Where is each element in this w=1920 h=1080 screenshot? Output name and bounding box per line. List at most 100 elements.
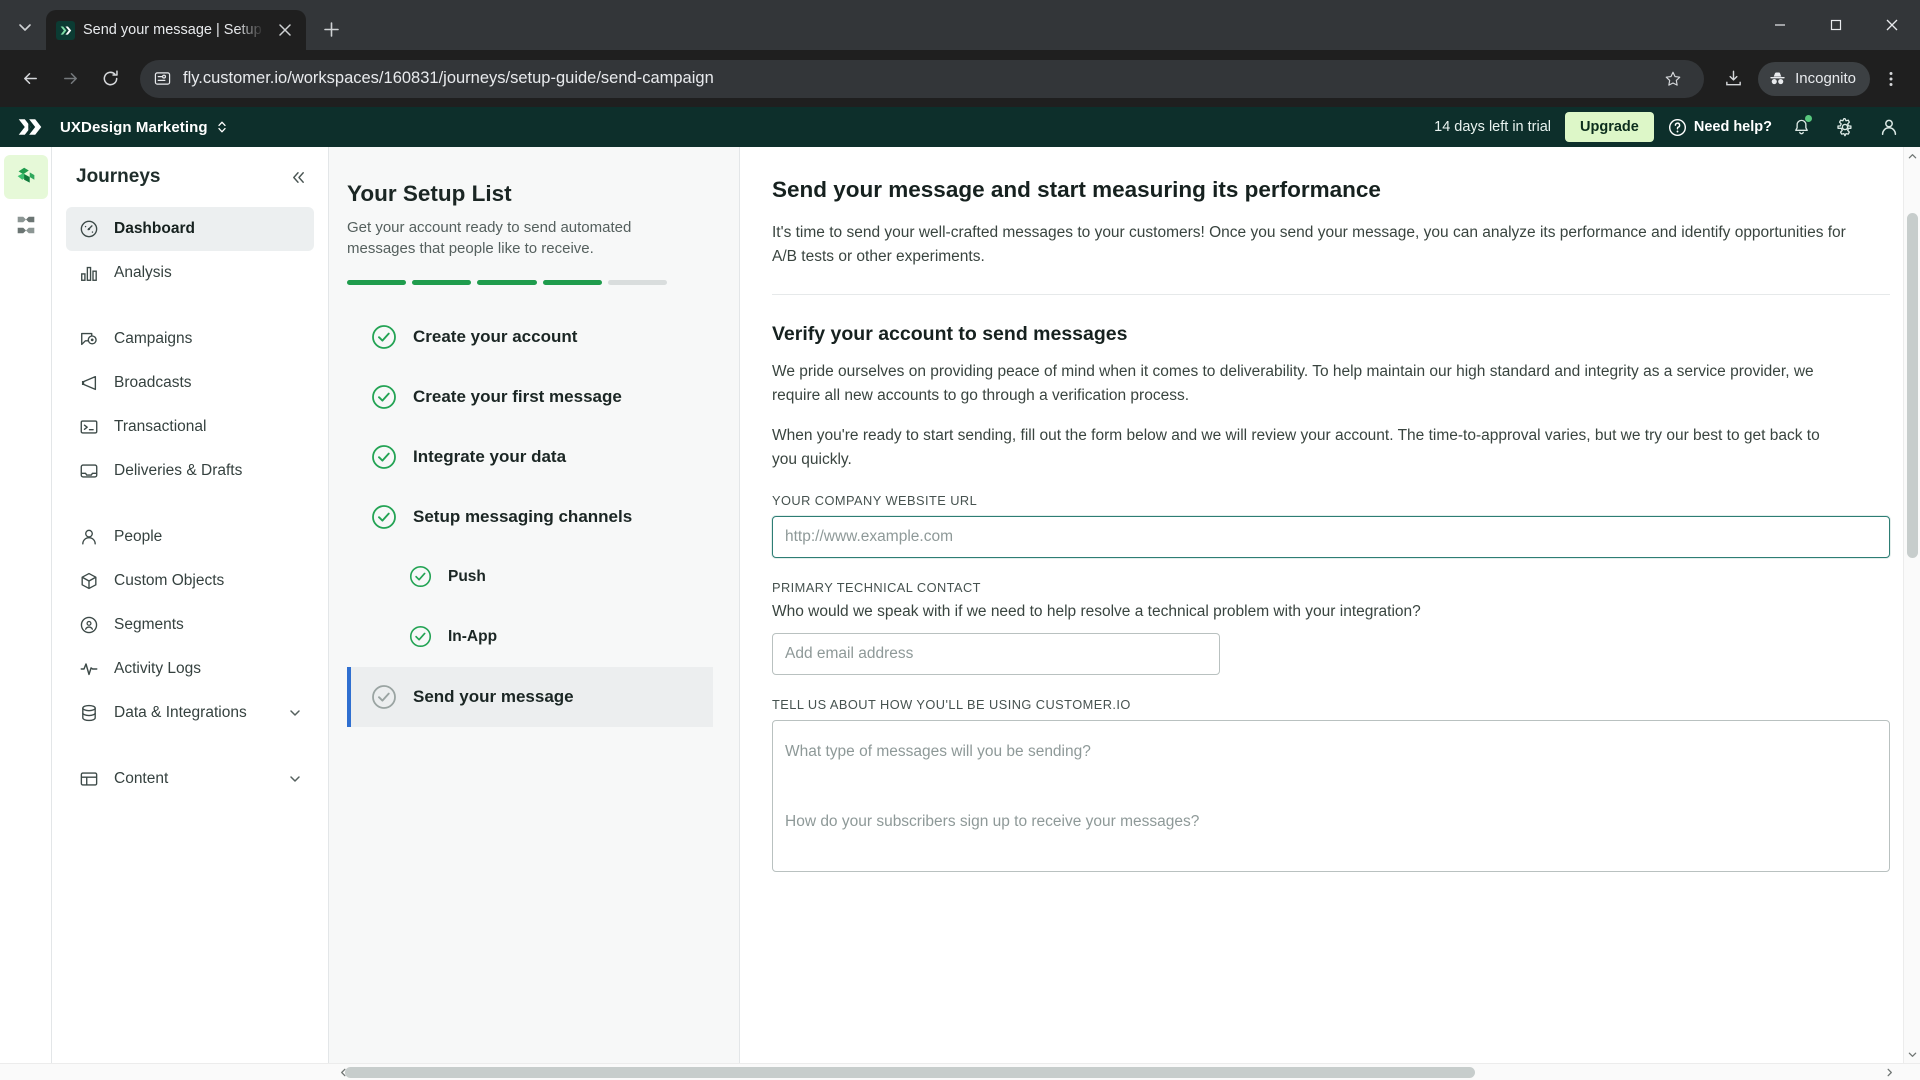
user-icon[interactable] xyxy=(1874,112,1904,142)
sidebar-item-broadcasts[interactable]: Broadcasts xyxy=(66,361,314,405)
checklist-item-setup-messaging-channels[interactable]: Setup messaging channels xyxy=(347,487,713,547)
sidebar-item-activity-logs[interactable]: Activity Logs xyxy=(66,647,314,691)
gauge-icon xyxy=(78,218,100,240)
sidebar-item-people[interactable]: People xyxy=(66,515,314,559)
setup-list-title: Your Setup List xyxy=(347,181,512,206)
sidebar-item-deliveries-drafts[interactable]: Deliveries & Drafts xyxy=(66,449,314,493)
chevron-down-icon[interactable] xyxy=(288,772,302,786)
check-circle-icon xyxy=(371,384,397,410)
new-tab-button[interactable] xyxy=(314,12,348,46)
browser-window: Send your message | Setup Gui xyxy=(0,0,1920,1080)
close-icon[interactable] xyxy=(274,19,296,41)
browser-toolbar: fly.customer.io/workspaces/160831/journe… xyxy=(0,50,1920,107)
address-bar[interactable]: fly.customer.io/workspaces/160831/journe… xyxy=(140,59,1705,98)
rail-item-journeys[interactable] xyxy=(3,155,48,199)
sidebar-item-label: Activity Logs xyxy=(114,660,202,677)
usage-description-textarea[interactable] xyxy=(772,720,1890,873)
browser-tab[interactable]: Send your message | Setup Gui xyxy=(46,10,306,50)
sidebar-header: Journeys xyxy=(52,147,328,207)
reload-icon[interactable] xyxy=(92,61,128,97)
incognito-indicator[interactable]: Incognito xyxy=(1758,61,1870,96)
checklist-item-integrate-data[interactable]: Integrate your data xyxy=(347,427,713,487)
horizontal-scrollbar[interactable] xyxy=(0,1063,1920,1080)
customerio-logo-icon[interactable] xyxy=(0,117,60,137)
segment-icon xyxy=(78,614,100,636)
sidebar-item-segments[interactable]: Segments xyxy=(66,603,314,647)
question-circle-icon xyxy=(1668,118,1687,137)
download-icon[interactable] xyxy=(1716,62,1750,96)
customerio-logo-icon xyxy=(56,20,75,40)
checklist-item-in-app[interactable]: In-App xyxy=(347,607,713,667)
field-label: YOUR COMPANY WEBSITE URL xyxy=(772,493,978,509)
content-header: Send your message and start measuring it… xyxy=(772,147,1890,296)
need-help-button[interactable]: Need help? xyxy=(1668,118,1772,137)
page-intro: It's time to send your well-crafted mess… xyxy=(772,224,1846,265)
field-primary-contact: PRIMARY TECHNICAL CONTACT Who would we s… xyxy=(772,580,1890,676)
checklist-item-label: Push xyxy=(448,567,486,585)
checklist-item-create-first-message[interactable]: Create your first message xyxy=(347,367,713,427)
trial-status: 14 days left in trial xyxy=(1434,119,1552,135)
checklist-item-label: In-App xyxy=(448,627,498,645)
caret-right-icon[interactable] xyxy=(1878,1064,1900,1080)
sidebar-item-transactional[interactable]: Transactional xyxy=(66,405,314,449)
url-text: fly.customer.io/workspaces/160831/journe… xyxy=(183,69,714,87)
horizontal-scroll-thumb[interactable] xyxy=(345,1067,1475,1078)
primary-contact-email-input[interactable] xyxy=(772,633,1220,676)
checklist-item-label: Create your account xyxy=(413,326,578,346)
field-label: PRIMARY TECHNICAL CONTACT xyxy=(772,580,981,596)
sidebar-item-campaigns[interactable]: Campaigns xyxy=(66,317,314,361)
window-controls xyxy=(1752,0,1920,50)
sidebar-item-label: Content xyxy=(114,770,169,787)
check-circle-outline-icon xyxy=(371,684,397,710)
sidebar-item-custom-objects[interactable]: Custom Objects xyxy=(66,559,314,603)
person-icon xyxy=(78,526,100,548)
check-circle-icon xyxy=(371,324,397,350)
bell-icon[interactable] xyxy=(1786,112,1816,142)
page-viewport: UXDesign Marketing 14 days left in trial… xyxy=(0,107,1920,1080)
sidebar-divider-gap xyxy=(66,295,314,317)
rail-item-data-pipelines[interactable] xyxy=(4,203,48,247)
caret-up-icon[interactable] xyxy=(1904,147,1920,165)
sidebar-item-label: Analysis xyxy=(114,264,172,281)
arrow-back-icon[interactable] xyxy=(12,61,48,97)
sidebar-item-label: Transactional xyxy=(114,418,207,435)
close-icon[interactable] xyxy=(1864,0,1920,50)
megaphone-icon xyxy=(78,372,100,394)
content-card: Send your message and start measuring it… xyxy=(739,147,1920,1063)
sidebar-item-dashboard[interactable]: Dashboard xyxy=(66,207,314,251)
checklist-item-push[interactable]: Push xyxy=(347,547,713,607)
check-circle-icon xyxy=(371,504,397,530)
upgrade-button[interactable]: Upgrade xyxy=(1565,112,1654,142)
vertical-scrollbar[interactable] xyxy=(1903,147,1920,1063)
pipelines-icon xyxy=(14,213,38,237)
content-inner: Send your message and start measuring it… xyxy=(740,147,1920,877)
section-paragraph-1: We pride ourselves on providing peace of… xyxy=(772,363,1814,404)
vertical-scroll-thumb[interactable] xyxy=(1907,213,1918,558)
caret-down-icon[interactable] xyxy=(1904,1045,1920,1063)
progress-segment xyxy=(412,279,472,285)
minimize-icon[interactable] xyxy=(1752,0,1808,50)
incognito-label: Incognito xyxy=(1795,70,1856,87)
progress-segment xyxy=(607,279,668,285)
sidebar-item-data-integrations[interactable]: Data & Integrations xyxy=(66,691,314,735)
checklist-item-create-account[interactable]: Create your account xyxy=(347,307,713,367)
sidebar-item-analysis[interactable]: Analysis xyxy=(66,251,314,295)
website-url-input[interactable] xyxy=(772,516,1890,559)
sidebar-item-content[interactable]: Content xyxy=(66,757,314,801)
gear-icon[interactable] xyxy=(1830,112,1860,142)
workspace-switcher[interactable]: UXDesign Marketing xyxy=(60,119,227,136)
checklist-item-send-your-message[interactable]: Send your message xyxy=(347,666,713,727)
kebab-menu-icon[interactable] xyxy=(1874,62,1908,96)
site-settings-icon[interactable] xyxy=(154,70,171,87)
setup-progress-bar xyxy=(347,279,668,285)
sidebar-title: Journeys xyxy=(76,166,161,187)
star-icon[interactable] xyxy=(1656,62,1690,96)
chevron-down-icon[interactable] xyxy=(288,706,302,720)
tab-search-button[interactable] xyxy=(8,10,42,44)
arrow-forward-icon xyxy=(52,61,88,97)
maximize-icon[interactable] xyxy=(1808,0,1864,50)
progress-segment xyxy=(477,279,537,285)
progress-segment xyxy=(542,279,602,285)
tab-title: Send your message | Setup Gui xyxy=(83,22,266,38)
double-chevron-left-icon[interactable] xyxy=(284,163,312,191)
